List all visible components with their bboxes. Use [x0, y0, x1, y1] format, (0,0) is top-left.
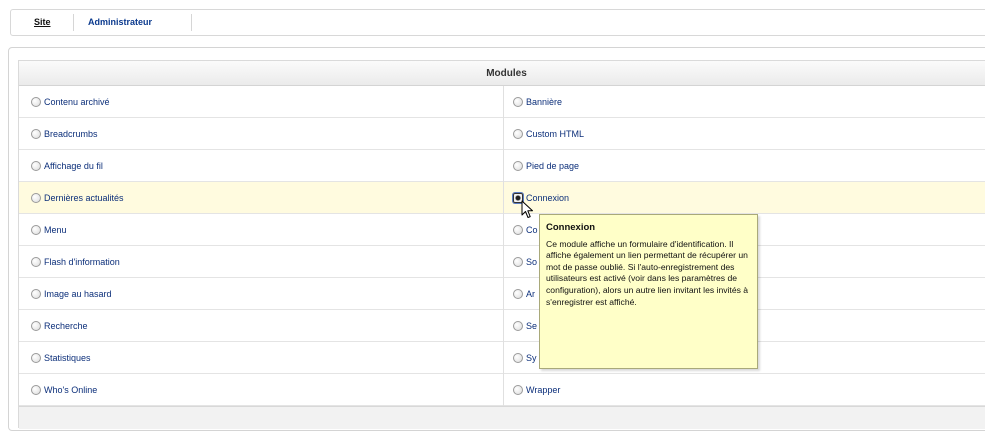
module-label: So [526, 257, 538, 267]
tab-bar: Site Administrateur [10, 9, 985, 36]
module-label: Co [526, 225, 538, 235]
module-label: Flash d'information [44, 257, 120, 267]
module-label: Ar [526, 289, 535, 299]
module-tooltip: Connexion Ce module affiche un formulair… [539, 214, 758, 369]
mouse-pointer-icon [521, 200, 533, 218]
module-label: Sy [526, 353, 537, 363]
module-option-affichage-du-fil[interactable]: Affichage du fil [31, 150, 103, 182]
radio-button[interactable] [31, 97, 41, 107]
module-option-9[interactable]: Sy [513, 342, 537, 374]
module-option-flash-information[interactable]: Flash d'information [31, 246, 120, 278]
module-label: Recherche [44, 321, 88, 331]
module-option-dernieres-actualites[interactable]: Dernières actualités [31, 182, 124, 214]
radio-button[interactable] [31, 289, 41, 299]
radio-button[interactable] [31, 353, 41, 363]
module-label: Wrapper [526, 385, 561, 395]
radio-button[interactable] [513, 289, 523, 299]
module-label: Who's Online [44, 385, 98, 395]
table-row: Breadcrumbs Custom HTML [19, 118, 985, 150]
module-label: Menu [44, 225, 67, 235]
module-option-statistiques[interactable]: Statistiques [31, 342, 91, 374]
table-row: Menu Co [19, 214, 985, 246]
module-label: Image au hasard [44, 289, 112, 299]
module-option-contenu-archive[interactable]: Contenu archivé [31, 86, 110, 118]
table-row: Who's Online Wrapper [19, 374, 985, 406]
tooltip-body: Ce module affiche un formulaire d'identi… [546, 238, 749, 307]
radio-button[interactable] [513, 129, 523, 139]
module-label: Breadcrumbs [44, 129, 98, 139]
module-option-menu[interactable]: Menu [31, 214, 67, 246]
column-divider [503, 86, 504, 406]
module-label: Statistiques [44, 353, 91, 363]
module-option-breadcrumbs[interactable]: Breadcrumbs [31, 118, 98, 150]
table-row: Recherche Se [19, 310, 985, 342]
radio-button[interactable] [31, 161, 41, 171]
radio-button[interactable] [513, 385, 523, 395]
radio-button[interactable] [31, 193, 41, 203]
tab-separator [191, 14, 192, 31]
radio-button[interactable] [513, 321, 523, 331]
module-option-wrapper[interactable]: Wrapper [513, 374, 560, 406]
radio-button[interactable] [31, 321, 41, 331]
tooltip-title: Connexion [546, 222, 596, 233]
module-option-custom-html[interactable]: Custom HTML [513, 118, 584, 150]
module-label: Pied de page [526, 161, 580, 171]
module-option-7[interactable]: Ar [513, 278, 535, 310]
module-label: Se [526, 321, 538, 331]
radio-button[interactable] [513, 353, 523, 363]
module-label: Contenu archivé [44, 97, 110, 107]
module-label: Bannière [526, 97, 563, 107]
table-row: Contenu archivé Bannière [19, 86, 985, 118]
module-option-6[interactable]: So [513, 246, 537, 278]
radio-button[interactable] [513, 225, 523, 235]
table-row: Affichage du fil Pied de page [19, 150, 985, 182]
module-label: Dernières actualités [44, 193, 124, 203]
table-footer [19, 406, 985, 429]
radio-button[interactable] [513, 97, 523, 107]
module-label: Affichage du fil [44, 161, 103, 171]
module-label: Custom HTML [526, 129, 585, 139]
module-option-image-au-hasard[interactable]: Image au hasard [31, 278, 112, 310]
radio-button[interactable] [31, 257, 41, 267]
radio-button[interactable] [31, 129, 41, 139]
table-row: Statistiques Sy [19, 342, 985, 374]
tab-administrateur[interactable]: Administrateur [88, 17, 152, 27]
modules-header: Modules [19, 61, 985, 86]
module-option-recherche[interactable]: Recherche [31, 310, 88, 342]
tab-separator [73, 14, 74, 31]
radio-button[interactable] [513, 257, 523, 267]
radio-button[interactable] [31, 225, 41, 235]
module-option-pied-de-page[interactable]: Pied de page [513, 150, 579, 182]
tab-site[interactable]: Site [34, 17, 51, 27]
table-row: Flash d'information So [19, 246, 985, 278]
module-option-whos-online[interactable]: Who's Online [31, 374, 97, 406]
module-option-banniere[interactable]: Bannière [513, 86, 562, 118]
radio-button[interactable] [513, 161, 523, 171]
table-row: Image au hasard Ar [19, 278, 985, 310]
radio-button[interactable] [31, 385, 41, 395]
table-row-highlighted: Dernières actualités Connexion [19, 182, 985, 214]
modules-table: Modules Contenu archivé Bannière Breadcr… [18, 60, 985, 429]
module-option-8[interactable]: Se [513, 310, 537, 342]
